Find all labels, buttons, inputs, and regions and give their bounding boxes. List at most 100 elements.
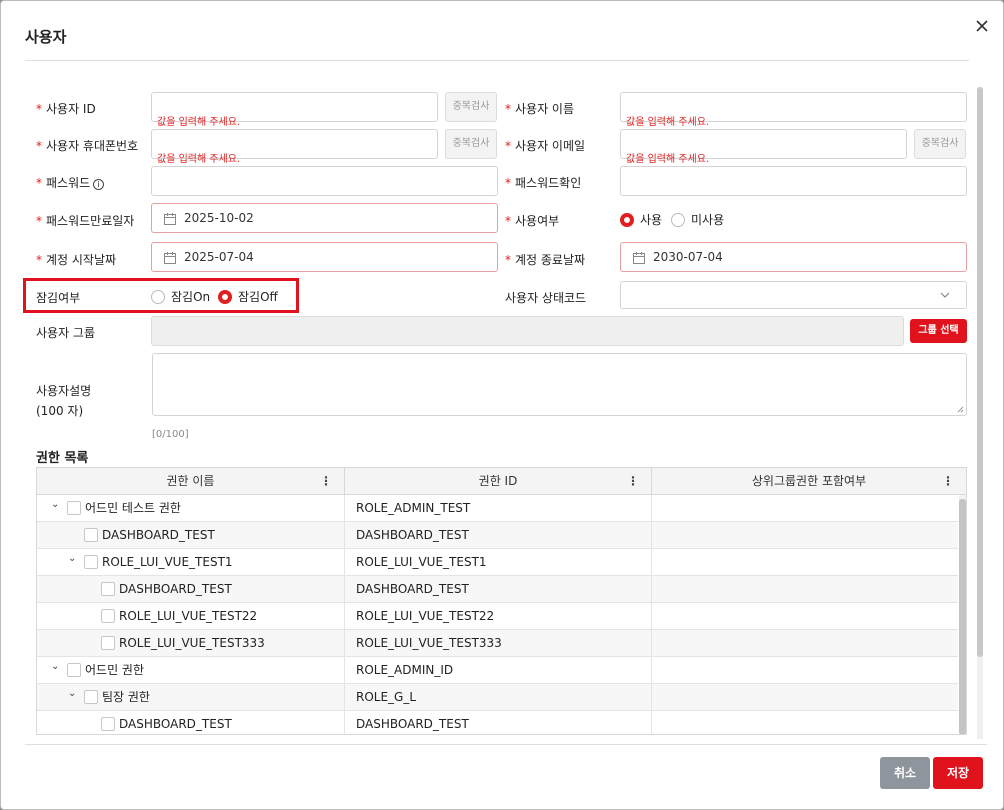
permission-name: 팀장 권한 (102, 690, 150, 704)
table-row[interactable]: DASHBOARD_TEST DASHBOARD_TEST (37, 711, 958, 734)
table-row[interactable]: ⌄ 팀장 권한 ROLE_G_L (37, 684, 958, 711)
account-end-label: * 계정 종료날짜 (505, 253, 586, 267)
save-button[interactable]: 저장 (933, 757, 983, 789)
password-label: * 패스워드 i (36, 174, 105, 191)
row-checkbox[interactable] (101, 609, 115, 623)
header-divider (25, 60, 969, 61)
include-parent-cell[interactable] (652, 522, 958, 549)
password-input[interactable] (151, 166, 498, 196)
close-icon[interactable] (971, 15, 993, 37)
row-checkbox[interactable] (101, 717, 115, 731)
account-end-date-input[interactable]: 2030-07-04 (620, 242, 967, 272)
table-row[interactable]: ROLE_LUI_VUE_TEST333 ROLE_LUI_VUE_TEST333 (37, 630, 958, 657)
lock-option-on-label: 잠김On (171, 290, 211, 304)
cancel-button[interactable]: 취소 (880, 757, 930, 789)
description-label: 사용자설명 (100 자) (36, 384, 92, 418)
calendar-icon (164, 213, 176, 225)
table-row[interactable]: ⌄ 어드민 권한 ROLE_ADMIN_ID (37, 657, 958, 684)
use-yn-label: * 사용여부 (505, 214, 560, 228)
dialog-header: 사용자 (1, 1, 1003, 61)
grid-header: 권한 이름 ⋮ 권한 ID ⋮ 상위그룹권한 포함여부 ⋮ (37, 468, 966, 495)
expand-chevron-icon[interactable]: ⌄ (51, 654, 61, 680)
permission-name-cell: ⌄ 어드민 권한 (37, 657, 345, 684)
dialog-scrollbar-thumb[interactable] (977, 87, 983, 657)
permission-id-cell: DASHBOARD_TEST (345, 522, 652, 549)
calendar-icon (633, 252, 645, 264)
permission-id-cell: DASHBOARD_TEST (345, 576, 652, 603)
mobile-label: * 사용자 휴대폰번호 (36, 139, 139, 153)
permission-name-cell: ⌄ 어드민 테스트 권한 (37, 495, 345, 522)
email-error: 값을 입력해 주세요. (626, 154, 710, 165)
include-parent-cell[interactable] (652, 603, 958, 630)
lock-radio-off[interactable]: 잠김Off (218, 288, 278, 305)
expand-chevron-icon[interactable]: ⌄ (68, 546, 78, 572)
group-select-button[interactable]: 그룹 선택 (910, 319, 967, 343)
password-expiry-date-input[interactable]: 2025-10-02 (151, 203, 498, 233)
dialog-title: 사용자 (25, 28, 67, 46)
radio-unchecked-icon (671, 212, 685, 227)
expand-chevron-icon[interactable]: ⌄ (51, 492, 61, 518)
user-id-label: * 사용자 ID (36, 102, 96, 116)
column-menu-icon[interactable]: ⋮ (627, 468, 639, 495)
info-icon[interactable]: i (93, 179, 105, 190)
permission-name: ROLE_LUI_VUE_TEST333 (119, 636, 265, 650)
account-start-date-input[interactable]: 2025-07-04 (151, 242, 498, 272)
dialog-scrollbar[interactable] (977, 87, 983, 739)
column-header-permission-name[interactable]: 권한 이름 ⋮ (37, 468, 345, 495)
status-code-select[interactable] (620, 281, 967, 309)
include-parent-cell[interactable] (652, 576, 958, 603)
table-row[interactable]: ⌄ 어드민 테스트 권한 ROLE_ADMIN_TEST (37, 495, 958, 522)
user-name-input[interactable]: 값을 입력해 주세요. (620, 92, 967, 128)
chevron-down-icon (940, 292, 950, 298)
email-input[interactable]: 값을 입력해 주세요. (620, 129, 907, 165)
permission-id-cell: DASHBOARD_TEST (345, 711, 652, 734)
description-textarea[interactable] (152, 353, 967, 416)
user-id-dup-check-button[interactable]: 중복검사 (445, 92, 497, 122)
lock-option-off-label: 잠김Off (238, 290, 278, 304)
footer-divider (25, 744, 987, 745)
include-parent-cell[interactable] (652, 711, 958, 734)
description-counter: [0/100] (152, 429, 189, 440)
mobile-input[interactable]: 값을 입력해 주세요. (151, 129, 438, 165)
grid-scrollbar-thumb[interactable] (959, 499, 966, 734)
radio-checked-icon (218, 289, 232, 304)
row-checkbox[interactable] (67, 663, 81, 677)
mobile-error: 값을 입력해 주세요. (157, 154, 241, 165)
include-parent-cell[interactable] (652, 684, 958, 711)
row-checkbox[interactable] (101, 636, 115, 650)
row-checkbox[interactable] (84, 555, 98, 569)
mobile-dup-check-button[interactable]: 중복검사 (445, 129, 497, 159)
use-yn-option-unused-label: 미사용 (691, 213, 725, 227)
use-yn-radio-use[interactable]: 사용 (620, 211, 662, 228)
table-row[interactable]: ROLE_LUI_VUE_TEST22 ROLE_LUI_VUE_TEST22 (37, 603, 958, 630)
user-name-label: * 사용자 이름 (505, 102, 575, 116)
permission-name-cell: DASHBOARD_TEST (37, 711, 345, 734)
table-row[interactable]: ⌄ ROLE_LUI_VUE_TEST1 ROLE_LUI_VUE_TEST1 (37, 549, 958, 576)
row-checkbox[interactable] (84, 528, 98, 542)
password-confirm-input[interactable] (620, 166, 967, 196)
include-parent-cell[interactable] (652, 495, 958, 522)
row-checkbox[interactable] (84, 690, 98, 704)
grid-scrollbar[interactable] (959, 495, 966, 734)
row-checkbox[interactable] (67, 501, 81, 515)
lock-label: 잠김여부 (36, 291, 81, 305)
column-header-include-parent[interactable]: 상위그룹권한 포함여부 ⋮ (652, 468, 966, 495)
password-expiry-value: 2025-10-02 (184, 211, 254, 225)
expand-chevron-icon[interactable]: ⌄ (68, 681, 78, 707)
row-checkbox[interactable] (101, 582, 115, 596)
include-parent-cell[interactable] (652, 630, 958, 657)
user-group-label: 사용자 그룹 (36, 326, 96, 340)
column-menu-icon[interactable]: ⋮ (942, 468, 954, 495)
table-row[interactable]: DASHBOARD_TEST DASHBOARD_TEST (37, 576, 958, 603)
email-dup-check-button[interactable]: 중복검사 (914, 129, 966, 159)
include-parent-cell[interactable] (652, 549, 958, 576)
column-menu-icon[interactable]: ⋮ (320, 468, 332, 495)
lock-radio-on[interactable]: 잠김On (151, 288, 210, 305)
include-parent-cell[interactable] (652, 657, 958, 684)
user-id-input[interactable]: 값을 입력해 주세요. (151, 92, 438, 128)
resize-handle-icon[interactable] (957, 406, 964, 413)
use-yn-radio-unused[interactable]: 미사용 (671, 211, 724, 228)
permission-name: ROLE_LUI_VUE_TEST1 (102, 555, 233, 569)
column-header-permission-id[interactable]: 권한 ID ⋮ (345, 468, 652, 495)
table-row[interactable]: DASHBOARD_TEST DASHBOARD_TEST (37, 522, 958, 549)
